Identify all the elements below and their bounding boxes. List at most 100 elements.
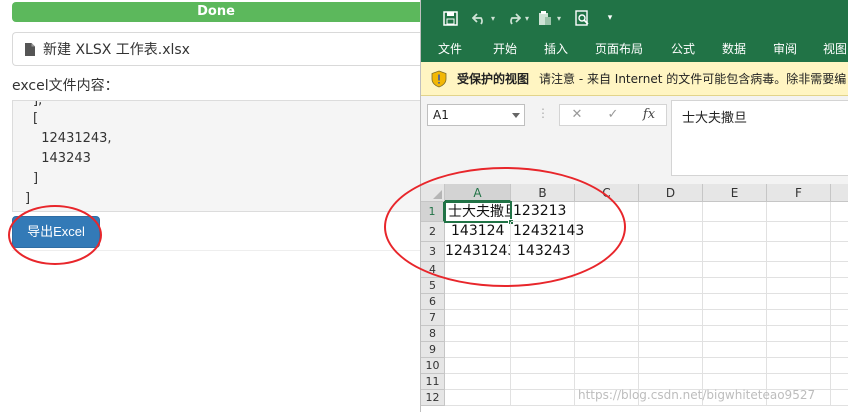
grid-cell[interactable] <box>445 342 511 358</box>
grid-cell[interactable] <box>703 358 767 374</box>
grid-cell[interactable] <box>575 326 639 342</box>
name-box-dropdown-icon[interactable] <box>512 113 520 118</box>
grid-cell[interactable] <box>831 374 848 390</box>
grid-cell[interactable] <box>831 294 848 310</box>
grid-cell[interactable] <box>639 202 703 222</box>
grid-cell[interactable] <box>767 358 831 374</box>
grid-cell[interactable] <box>575 310 639 326</box>
grid-cell[interactable] <box>511 374 575 390</box>
column-header-partial[interactable] <box>831 184 848 202</box>
grid-cell[interactable] <box>639 342 703 358</box>
json-line: 143243 <box>33 151 91 166</box>
print-preview-icon[interactable] <box>573 9 591 27</box>
grid-cell[interactable] <box>445 326 511 342</box>
grid-cell[interactable] <box>445 294 511 310</box>
grid-cell[interactable] <box>511 390 575 406</box>
grid-cell[interactable] <box>767 262 831 278</box>
row-header[interactable]: 8 <box>421 326 445 342</box>
customize-icon[interactable]: ▾ <box>605 9 615 27</box>
grid-cell[interactable] <box>639 326 703 342</box>
grid-cell[interactable] <box>445 310 511 326</box>
fx-icon[interactable]: fx <box>640 107 658 123</box>
grid-cell[interactable] <box>511 342 575 358</box>
grid-cell[interactable] <box>575 358 639 374</box>
grid-cell[interactable] <box>511 310 575 326</box>
grid-cell[interactable] <box>767 326 831 342</box>
tab-insert[interactable]: 插入 <box>544 40 568 57</box>
row-header[interactable]: 9 <box>421 342 445 358</box>
grid-cell[interactable] <box>831 262 848 278</box>
row-header[interactable]: 11 <box>421 374 445 390</box>
grid-cell[interactable] <box>511 358 575 374</box>
redo-dropdown-icon[interactable]: ▾ <box>523 9 531 27</box>
grid-cell[interactable] <box>575 278 639 294</box>
grid-cell[interactable] <box>703 202 767 222</box>
grid-cell[interactable] <box>575 342 639 358</box>
grid-cell[interactable] <box>831 202 848 222</box>
grid-cell[interactable] <box>831 310 848 326</box>
grid-cell[interactable] <box>831 278 848 294</box>
grid-cell[interactable] <box>831 222 848 242</box>
row-header[interactable]: 5 <box>421 278 445 294</box>
tab-view[interactable]: 视图 <box>823 40 847 57</box>
tab-home[interactable]: 开始 <box>493 40 517 57</box>
column-header[interactable]: D <box>639 184 703 202</box>
undo-dropdown-icon[interactable]: ▾ <box>489 9 497 27</box>
grid-cell[interactable] <box>703 310 767 326</box>
grid-cell[interactable] <box>831 390 848 406</box>
grid-cell[interactable] <box>767 222 831 242</box>
grid-cell[interactable] <box>767 278 831 294</box>
column-header[interactable]: E <box>703 184 767 202</box>
formula-input[interactable]: 士大夫撒旦 <box>671 100 848 176</box>
grid-cell[interactable] <box>445 390 511 406</box>
grid-cell[interactable] <box>831 242 848 262</box>
grid-cell[interactable] <box>767 310 831 326</box>
grid-cell[interactable] <box>703 278 767 294</box>
row-header[interactable]: 10 <box>421 358 445 374</box>
grid-cell[interactable] <box>767 202 831 222</box>
grid-cell[interactable] <box>703 294 767 310</box>
tab-file[interactable]: 文件 <box>438 40 462 57</box>
grid-cell[interactable] <box>831 342 848 358</box>
cancel-icon[interactable]: ✕ <box>568 107 586 123</box>
row-header[interactable]: 12 <box>421 390 445 406</box>
grid-cell[interactable] <box>511 326 575 342</box>
grid-cell[interactable] <box>831 326 848 342</box>
grid-cell[interactable] <box>639 310 703 326</box>
grid-cell[interactable] <box>767 242 831 262</box>
paste-icon[interactable] <box>537 9 553 27</box>
tab-data[interactable]: 数据 <box>722 40 746 57</box>
grid-cell[interactable] <box>831 358 848 374</box>
grid-cell[interactable] <box>639 262 703 278</box>
save-icon[interactable] <box>441 9 459 27</box>
grid-cell[interactable] <box>703 242 767 262</box>
row-header[interactable]: 6 <box>421 294 445 310</box>
paste-dropdown-icon[interactable]: ▾ <box>555 9 563 27</box>
undo-icon[interactable] <box>471 9 487 27</box>
grid-cell[interactable] <box>703 342 767 358</box>
grid-cell[interactable] <box>575 294 639 310</box>
row-header[interactable]: 7 <box>421 310 445 326</box>
grid-cell[interactable] <box>445 374 511 390</box>
grid-cell[interactable] <box>639 278 703 294</box>
redo-icon[interactable] <box>505 9 521 27</box>
grid-cell[interactable] <box>639 242 703 262</box>
grid-cell[interactable] <box>639 222 703 242</box>
tab-formulas[interactable]: 公式 <box>671 40 695 57</box>
name-box[interactable]: A1 <box>427 104 525 126</box>
file-upload-item[interactable]: 新建 XLSX 工作表.xlsx <box>12 32 420 66</box>
grid-cell[interactable] <box>639 294 703 310</box>
grid-cell[interactable] <box>703 262 767 278</box>
content-label: excel文件内容： <box>12 78 119 94</box>
grid-cell[interactable] <box>767 294 831 310</box>
grid-cell[interactable] <box>767 342 831 358</box>
tab-page-layout[interactable]: 页面布局 <box>595 40 643 57</box>
grid-cell[interactable] <box>445 358 511 374</box>
column-header[interactable]: F <box>767 184 831 202</box>
grid-cell[interactable] <box>639 358 703 374</box>
tab-review[interactable]: 审阅 <box>773 40 797 57</box>
grid-cell[interactable] <box>511 294 575 310</box>
grid-cell[interactable] <box>703 326 767 342</box>
grid-cell[interactable] <box>703 222 767 242</box>
enter-icon[interactable]: ✓ <box>604 107 622 123</box>
